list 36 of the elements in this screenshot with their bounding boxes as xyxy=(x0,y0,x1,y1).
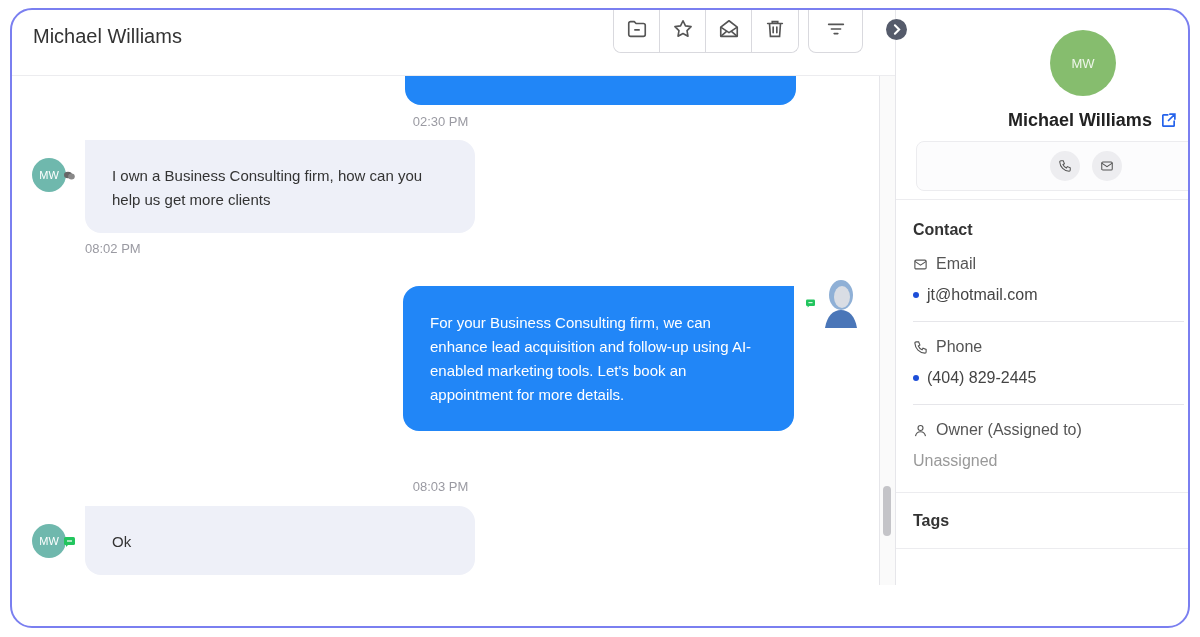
field-label: Owner (Assigned to) xyxy=(936,421,1082,439)
field-label: Phone xyxy=(936,338,983,356)
scrollbar-thumb[interactable] xyxy=(883,486,891,536)
section-heading: Tags xyxy=(913,512,950,530)
mail-icon xyxy=(913,256,928,272)
folder-icon xyxy=(625,18,648,40)
sms-icon xyxy=(806,298,815,308)
field-value: jt@hotmail.com xyxy=(927,286,1038,304)
message-text: I own a Business Consulting firm, how can you help us get more clients xyxy=(112,166,424,210)
star-icon xyxy=(671,18,694,40)
open-envelope-icon xyxy=(717,18,740,40)
contact-name: Michael Williams xyxy=(1008,110,1152,131)
section-heading: Contact xyxy=(913,221,973,239)
phone-icon xyxy=(913,339,928,355)
mail-icon xyxy=(1100,159,1114,173)
trash-icon xyxy=(764,18,786,40)
field-label: Email xyxy=(936,255,976,273)
contact-avatar: MW xyxy=(1050,30,1116,96)
conversation-title: Michael Williams xyxy=(33,25,182,48)
message-text: Ok xyxy=(112,532,133,552)
phone-icon xyxy=(1058,159,1072,173)
external-link-icon[interactable] xyxy=(1159,112,1177,129)
field-value: (404) 829-2445 xyxy=(927,369,1037,387)
call-button[interactable] xyxy=(1050,151,1080,181)
email-button[interactable] xyxy=(1092,151,1122,181)
contact-avatar: MW xyxy=(32,158,66,192)
person-icon xyxy=(913,422,928,438)
chevron-right-circle-icon[interactable] xyxy=(886,19,907,40)
chat-icon xyxy=(64,171,75,180)
sms-icon xyxy=(64,537,75,547)
message-time: 08:02 PM xyxy=(84,241,142,256)
folder-button[interactable] xyxy=(614,10,660,52)
message-text: For your Business Consulting firm, we can enhance lead acquisition and follow-up using AI-enabled marketing tools. Let's book an appointment for more details. xyxy=(430,313,753,405)
message-time: 08:03 PM xyxy=(411,479,470,494)
message-time: 02:30 PM xyxy=(411,114,470,129)
contact-avatar: MW xyxy=(32,524,66,558)
